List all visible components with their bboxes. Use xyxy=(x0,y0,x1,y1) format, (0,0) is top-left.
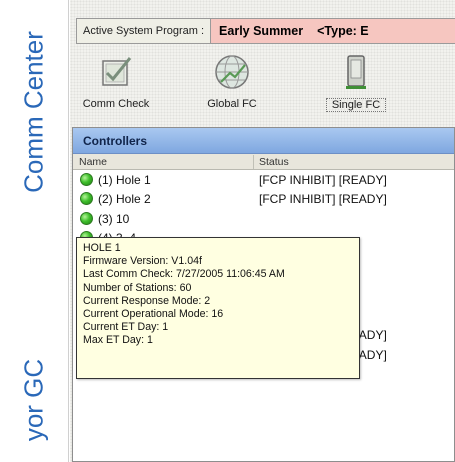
global-fc-label: Global FC xyxy=(207,98,257,110)
active-program-bar: Active System Program : Early Summer <Ty… xyxy=(76,18,455,44)
comm-check-button[interactable]: Comm Check xyxy=(76,50,156,120)
program-type: <Type: E xyxy=(317,24,369,38)
single-fc-label: Single FC xyxy=(326,98,386,112)
program-name: Early Summer xyxy=(219,24,304,38)
tooltip-line: Firmware Version: V1.04f xyxy=(83,255,202,268)
status-green-icon xyxy=(80,192,93,206)
controller-tooltip: HOLE 1 Firmware Version: V1.04f Last Comm … xyxy=(76,237,360,379)
global-fc-button[interactable]: Global FC xyxy=(192,50,272,120)
active-program-value[interactable]: Early Summer <Type: E xyxy=(211,18,455,44)
checkbox-icon xyxy=(102,57,132,86)
toolbar: Comm Check Global FC Single FC xyxy=(70,50,455,120)
controller-row[interactable]: (1) Hole 1 [FCP INHIBIT] [READY] xyxy=(73,170,454,189)
controller-row[interactable]: (3) 10 xyxy=(73,209,454,228)
tooltip-line: Max ET Day: 1 xyxy=(83,334,153,347)
active-program-label: Active System Program : xyxy=(76,18,212,44)
sidebar-tab-comm-center[interactable]: Comm Center xyxy=(19,31,50,193)
status-green-icon xyxy=(80,211,93,225)
main-area: Active System Program : Early Summer <Ty… xyxy=(70,0,455,462)
column-header-status[interactable]: Status xyxy=(259,156,289,168)
tooltip-line: Current Operational Mode: 16 xyxy=(83,308,224,321)
controller-name: (2) Hole 2 xyxy=(98,192,151,207)
controllers-panel-title: Controllers xyxy=(73,128,454,154)
sidebar-tab-gc[interactable]: yor GC xyxy=(19,359,50,441)
controller-status: [FCP INHIBIT] [READY] xyxy=(259,173,387,187)
comm-check-label: Comm Check xyxy=(82,98,150,110)
sidebar: Comm Center yor GC xyxy=(0,0,69,462)
tooltip-line: Current Response Mode: 2 xyxy=(83,294,211,307)
controller-row[interactable]: (2) Hole 2 [FCP INHIBIT] [READY] xyxy=(73,189,454,208)
controller-status: [FCP INHIBIT] [READY] xyxy=(259,192,387,207)
column-headers: Name Status xyxy=(73,154,454,170)
controller-box-icon xyxy=(346,55,366,89)
tooltip-line: Current ET Day: 1 xyxy=(83,321,169,334)
tooltip-line: HOLE 1 xyxy=(83,242,121,254)
globe-icon xyxy=(215,55,249,89)
single-fc-button[interactable]: Single FC xyxy=(316,50,396,120)
controller-name: (1) Hole 1 xyxy=(98,173,151,187)
status-green-icon xyxy=(80,173,93,186)
controller-name: (3) 10 xyxy=(98,211,130,226)
column-divider[interactable] xyxy=(253,155,254,169)
tooltip-line: Last Comm Check: 7/27/2005 11:06:45 AM xyxy=(83,268,285,281)
column-header-name[interactable]: Name xyxy=(79,156,107,168)
tooltip-line: Number of Stations: 60 xyxy=(83,281,192,294)
